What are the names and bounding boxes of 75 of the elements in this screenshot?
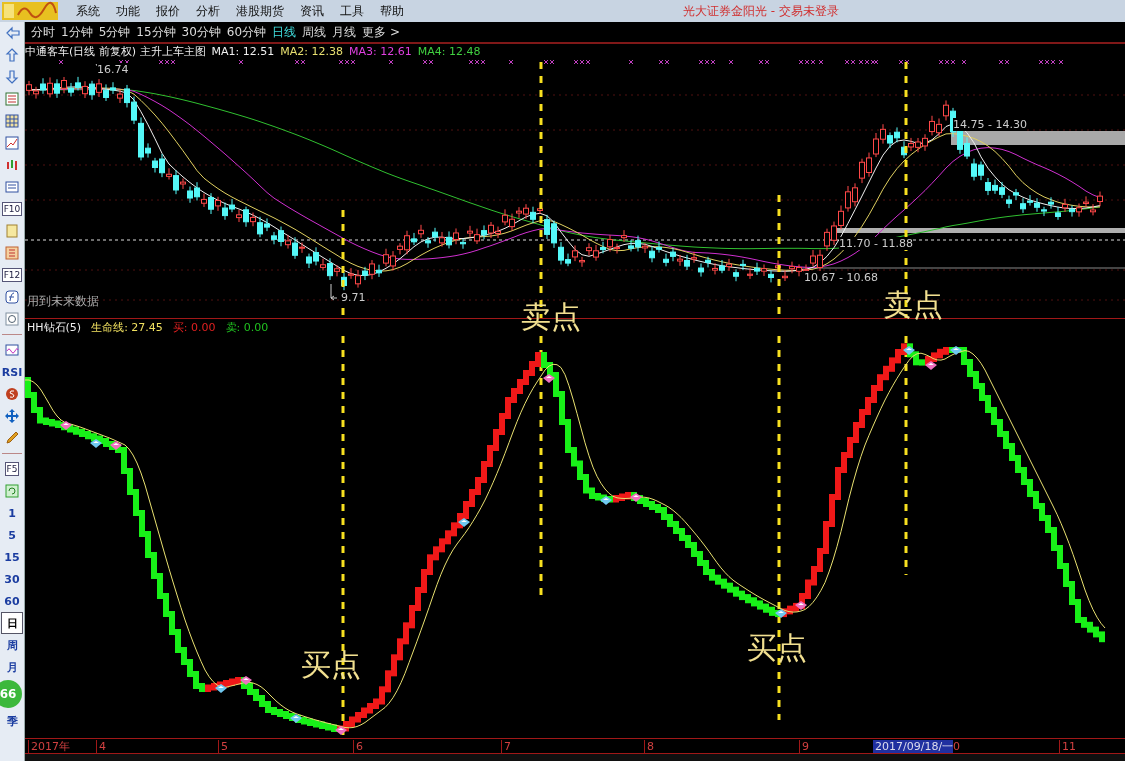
note-icon[interactable] <box>4 245 20 261</box>
indicator-value: 买: 0.00 <box>172 320 216 335</box>
axis-label: 9 <box>799 740 809 753</box>
axis-label: 4 <box>96 740 106 753</box>
menu-item[interactable]: 系统 <box>76 2 100 20</box>
period-tab[interactable]: 更多 > <box>362 23 400 41</box>
toolbar-button[interactable]: 月 <box>1 656 23 678</box>
axis-label: 11 <box>1059 740 1076 753</box>
app-title: 光大证券金阳光 - 交易未登录 <box>683 3 839 20</box>
formula-icon[interactable] <box>4 289 20 305</box>
menu-item[interactable]: 资讯 <box>300 2 324 20</box>
period-tab[interactable]: 15分钟 <box>136 23 176 41</box>
toolbar-button[interactable]: 60 <box>1 590 23 612</box>
period-tab[interactable]: 30分钟 <box>181 23 221 41</box>
function-key-button[interactable]: F12 <box>1 268 23 282</box>
chart-note: 用到未来数据 <box>27 293 99 310</box>
axis-label: 5 <box>218 740 228 753</box>
toolbar-button[interactable]: RSI <box>1 361 23 383</box>
wave-icon[interactable] <box>4 342 20 358</box>
period-tab[interactable]: 分时 <box>31 23 55 41</box>
indicator-value: 生命线: 27.45 <box>91 320 163 335</box>
line-chart-icon[interactable] <box>4 135 20 151</box>
price-label: 14.75 - 14.30 <box>953 118 1027 131</box>
price-label: 10.67 - 10.68 <box>804 271 878 284</box>
toolbar-button[interactable]: 季 <box>1 710 23 732</box>
indicator-name: HH钻石(5) <box>27 320 82 335</box>
arrow-left-icon[interactable] <box>4 25 20 41</box>
ma-value: MA2: 12.38 <box>280 44 343 58</box>
signal-label: 卖点 <box>883 286 943 324</box>
menu-item[interactable]: 港股期货 <box>236 2 284 20</box>
toolbar-button[interactable]: 5 <box>1 524 23 546</box>
menu-item[interactable]: 分析 <box>196 2 220 20</box>
menu-item[interactable]: 帮助 <box>380 2 404 20</box>
axis-label: 8 <box>644 740 654 753</box>
period-tab[interactable]: 月线 <box>332 23 357 41</box>
period-tab[interactable]: 60分钟 <box>226 23 267 41</box>
signal-label: 买点 <box>747 629 807 667</box>
price-label: 16.74 <box>97 63 129 76</box>
pointer-line <box>330 283 338 301</box>
indicator-value: 卖: 0.00 <box>225 320 269 335</box>
table-icon[interactable] <box>4 91 20 107</box>
menu-item[interactable]: 报价 <box>156 2 180 20</box>
refresh-icon[interactable] <box>4 483 20 499</box>
signal-label: 买点 <box>301 646 361 684</box>
axis-label: 7 <box>501 740 511 753</box>
period-tab[interactable]: 日线 <box>272 23 297 41</box>
toolbar-button[interactable]: 15 <box>1 546 23 568</box>
toolbar-button[interactable]: 日 <box>1 612 23 634</box>
period-tab[interactable]: 1分钟 <box>61 23 93 41</box>
toolbar-button[interactable]: 30 <box>1 568 23 590</box>
pencil-icon[interactable] <box>4 430 20 446</box>
period-tab[interactable]: 周线 <box>302 23 327 41</box>
toolbar-button[interactable]: 1 <box>1 502 23 524</box>
ma-value: MA1: 12.51 <box>211 44 275 58</box>
axis-label: 2017年 <box>28 740 70 753</box>
function-key-button[interactable]: F10 <box>1 202 23 216</box>
logo-icon <box>0 1 60 21</box>
axis-label: 6 <box>353 740 363 753</box>
function-key-button[interactable]: F5 <box>4 462 20 476</box>
price-label: 9.71 <box>341 291 366 304</box>
arrow-up-icon[interactable] <box>4 47 20 63</box>
candlestick-icon[interactable] <box>4 157 20 173</box>
ma-value: MA4: 12.48 <box>417 44 481 58</box>
window-icon[interactable] <box>4 179 20 195</box>
grid-icon[interactable] <box>4 113 20 129</box>
toolbar-button[interactable]: 周 <box>1 634 23 656</box>
move-icon[interactable] <box>4 408 20 424</box>
arrow-down-icon[interactable] <box>4 69 20 85</box>
menu-item[interactable]: 功能 <box>116 2 140 20</box>
price-label: 11.70 - 11.88 <box>839 237 913 250</box>
ma-value: MA3: 12.61 <box>349 44 412 58</box>
period-tab[interactable]: 5分钟 <box>98 23 131 41</box>
menu-item[interactable]: 工具 <box>340 2 364 20</box>
dollar-icon[interactable] <box>4 386 20 402</box>
chart-title: 中通客车(日线 前复权) 主升上车主图 <box>25 43 206 59</box>
